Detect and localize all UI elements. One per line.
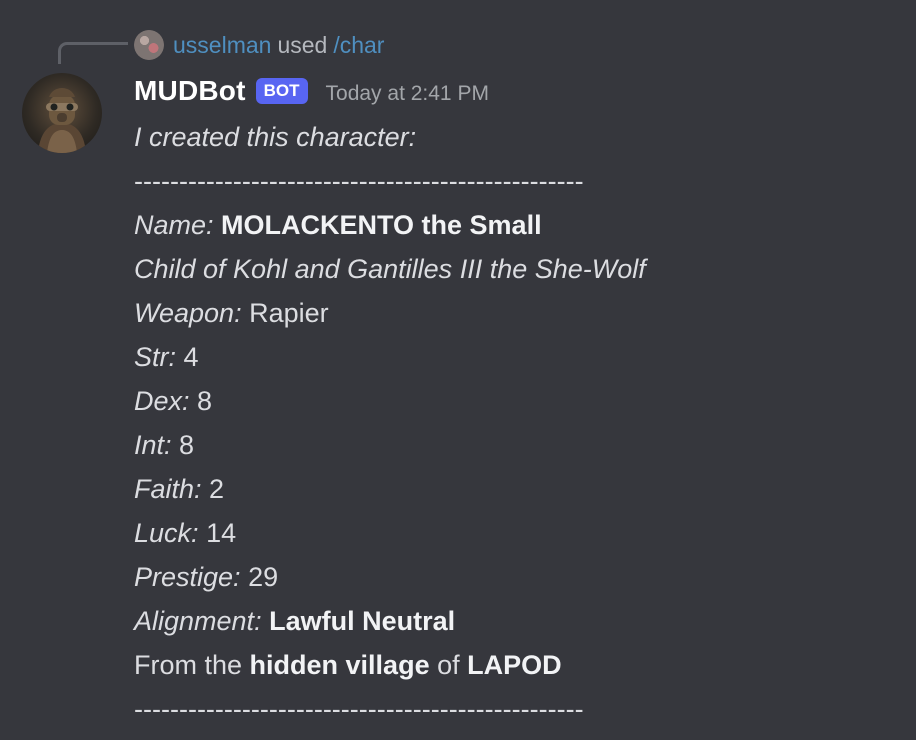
user-avatar-icon[interactable]	[134, 30, 164, 60]
origin-line: From the hidden village of LAPOD	[134, 643, 894, 687]
weapon-label: Weapon:	[134, 298, 242, 328]
alignment-value: Lawful Neutral	[269, 606, 456, 636]
origin-place-type: hidden village	[249, 650, 430, 680]
bot-avatar-icon[interactable]	[22, 73, 102, 153]
character-name-line: Name: MOLACKENTO the Small	[134, 203, 894, 247]
stat-label: Int:	[134, 430, 172, 460]
bottom-divider: ----------------------------------------…	[134, 694, 584, 724]
stat-label: Faith:	[134, 474, 202, 504]
alignment-line: Alignment: Lawful Neutral	[134, 599, 894, 643]
message-content: I created this character: --------------…	[134, 115, 894, 731]
origin-of: of	[437, 650, 460, 680]
reply-command[interactable]: /char	[333, 32, 384, 59]
stat-value: 4	[183, 342, 199, 372]
stat-value: 8	[179, 430, 195, 460]
weapon-line: Weapon: Rapier	[134, 291, 894, 335]
stat-line-dex: Dex: 8	[134, 379, 894, 423]
weapon-value: Rapier	[249, 298, 329, 328]
intro-text: I created this character:	[134, 122, 417, 152]
stat-line-int: Int: 8	[134, 423, 894, 467]
stat-label: Prestige:	[134, 562, 241, 592]
stat-value: 8	[197, 386, 213, 416]
top-divider: ----------------------------------------…	[134, 166, 584, 196]
name-label: Name:	[134, 210, 214, 240]
stat-label: Luck:	[134, 518, 199, 548]
stat-value: 14	[206, 518, 237, 548]
origin-place-name: LAPOD	[467, 650, 562, 680]
reply-username[interactable]: usselman	[173, 32, 271, 59]
bot-badge: BOT	[255, 78, 308, 104]
bot-username[interactable]: MUDBot	[134, 75, 246, 107]
stat-value: 29	[248, 562, 279, 592]
origin-prefix: From the	[134, 650, 243, 680]
stat-label: Str:	[134, 342, 177, 372]
message-timestamp[interactable]: Today at 2:41 PM	[326, 82, 489, 106]
stat-line-str: Str: 4	[134, 335, 894, 379]
alignment-label: Alignment:	[134, 606, 262, 636]
reply-connector	[58, 42, 128, 64]
message-header: MUDBot BOT Today at 2:41 PM	[134, 73, 489, 109]
name-value: MOLACKENTO the Small	[221, 210, 542, 240]
stat-line-faith: Faith: 2	[134, 467, 894, 511]
reply-used-text: used	[277, 31, 328, 58]
reply-context[interactable]: usselman used /char	[134, 28, 384, 62]
parentage-line: Child of Kohl and Gantilles III the She-…	[134, 254, 646, 284]
stat-label: Dex:	[134, 386, 190, 416]
stat-value: 2	[209, 474, 225, 504]
stat-line-luck: Luck: 14	[134, 511, 894, 555]
stat-line-prestige: Prestige: 29	[134, 555, 894, 599]
